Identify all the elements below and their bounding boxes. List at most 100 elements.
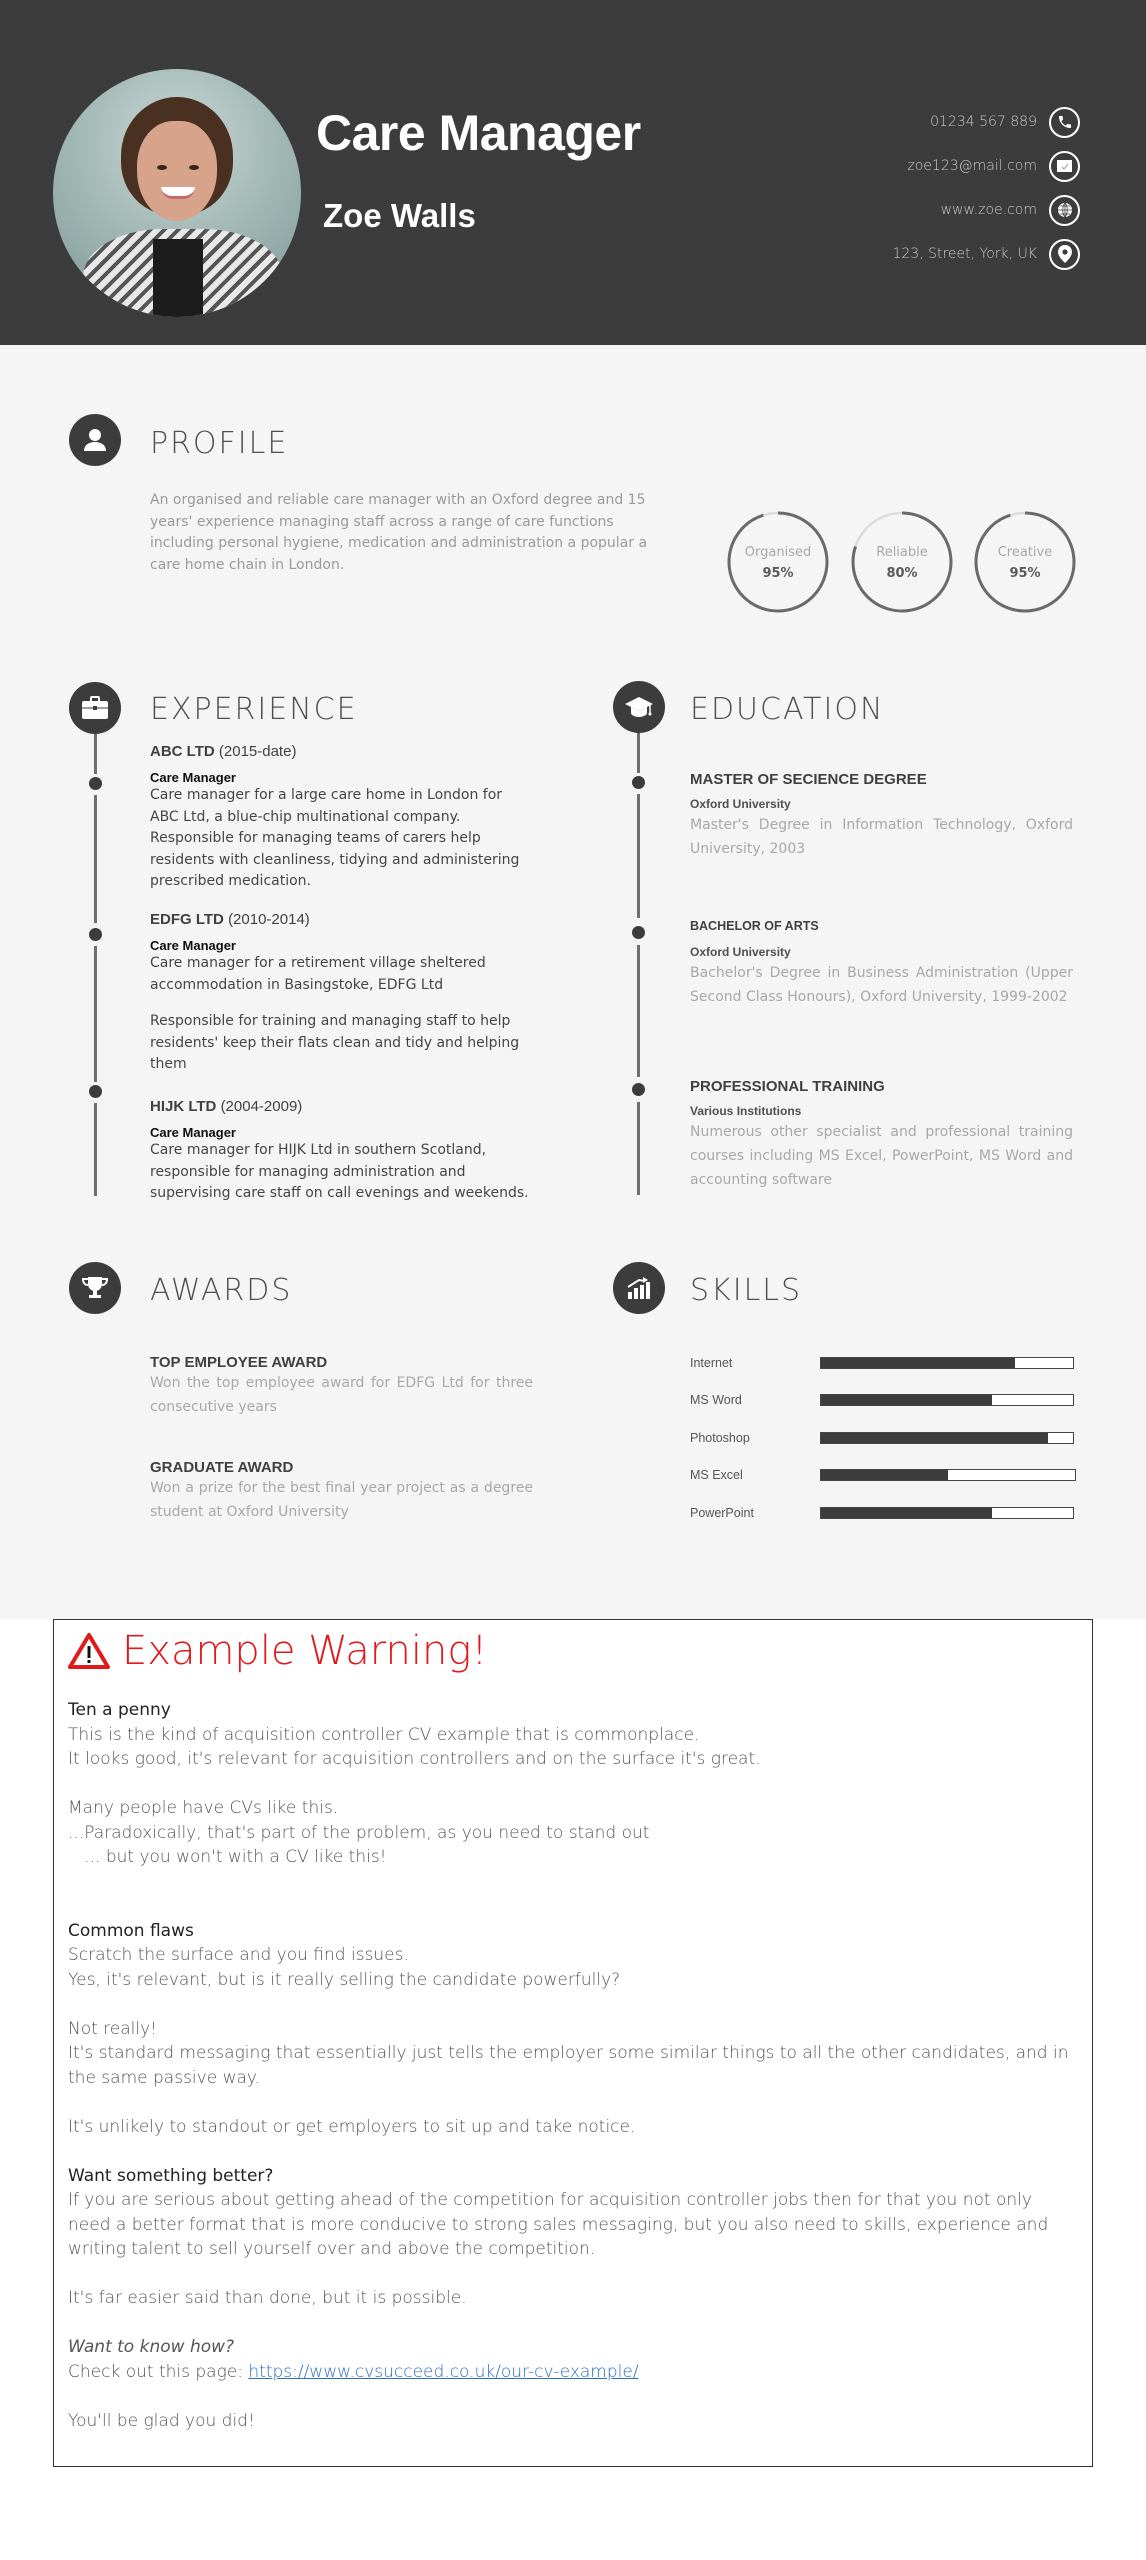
experience-item: HIJK LTD (2004-2009) Care Manager Care m… <box>150 1098 530 1205</box>
skill-label: Internet <box>690 1356 733 1370</box>
trait-value: 95% <box>1009 566 1041 581</box>
trait-label: Organised <box>744 545 812 560</box>
skill-bar <box>820 1394 1074 1406</box>
education-item: PROFESSIONAL TRAINING Various Institutio… <box>690 1078 1073 1192</box>
timeline-dot <box>89 1085 102 1098</box>
photo-face <box>137 121 217 221</box>
trait-value: 80% <box>886 566 918 581</box>
photo-eye <box>189 165 199 170</box>
experience-company: ABC LTD <box>150 743 215 760</box>
trait-ring: Reliable 80% <box>851 511 953 613</box>
skill-bar <box>820 1432 1074 1444</box>
contact-address-text: 123, Street, York, UK <box>892 246 1037 262</box>
person-name: Zoe Walls <box>323 197 476 234</box>
warning-paragraph: If you are serious about getting ahead o… <box>68 2190 1049 2259</box>
education-institution: Oxford University <box>690 797 791 811</box>
trait-label: Reliable <box>876 545 928 560</box>
experience-description: Care manager for a retirement village sh… <box>150 955 486 993</box>
timeline-line <box>637 1102 640 1195</box>
cv-example-link[interactable]: https://www.cvsucceed.co.uk/our-cv-examp… <box>248 2362 638 2382</box>
trait-ring: Creative 95% <box>974 511 1076 613</box>
skill-bar <box>820 1357 1074 1369</box>
warning-line: ...Paradoxically, that's part of the pro… <box>68 1822 650 1843</box>
user-icon <box>69 414 121 466</box>
section-title-experience: EXPERIENCE <box>150 692 358 727</box>
timeline-dot <box>632 776 645 789</box>
warning-line: It's far easier said than done, but it i… <box>68 2288 467 2308</box>
experience-role: Care Manager <box>150 1125 236 1140</box>
graduation-cap-icon <box>613 681 665 733</box>
section-title-skills: SKILLS <box>690 1273 803 1308</box>
timeline-line <box>94 1103 97 1196</box>
contact-phone-text: 01234 567 889 <box>930 114 1037 130</box>
job-title: Care Manager <box>316 105 641 161</box>
timeline-dot <box>632 1083 645 1096</box>
warning-line: Yes, it's relevant, but is it really sel… <box>68 1969 621 1990</box>
skill-row: MS Excel <box>690 1468 1080 1488</box>
warning-line: This is the kind of acquisition controll… <box>68 1724 700 1745</box>
skill-bar-fill <box>821 1433 1048 1443</box>
experience-role: Care Manager <box>150 938 236 953</box>
globe-icon <box>1049 194 1080 226</box>
experience-item: ABC LTD (2015-date) Care Manager Care ma… <box>150 743 530 893</box>
skill-row: PowerPoint <box>690 1506 1080 1526</box>
warning-body: Ten a penny This is the kind of acquisit… <box>68 1698 1078 2433</box>
contact-phone: 01234 567 889 <box>892 100 1080 144</box>
profile-photo <box>53 69 301 317</box>
contact-website: www.zoe.com <box>892 188 1080 232</box>
skill-bar-fill <box>821 1358 1016 1368</box>
cta-line: Check out this page: https://www.cvsucce… <box>68 2360 1078 2385</box>
skill-bar <box>820 1469 1076 1481</box>
award-item: TOP EMPLOYEE AWARD Won the top employee … <box>150 1354 533 1419</box>
timeline-dot <box>89 777 102 790</box>
skill-label: MS Excel <box>690 1468 743 1482</box>
warning-subheading: Common flaws <box>68 1920 194 1941</box>
cta-prefix: Check out this page: <box>68 2361 249 2382</box>
email-icon <box>1049 150 1080 182</box>
contact-list: 01234 567 889 zoe123@mail.com www.zoe.co… <box>892 100 1080 276</box>
award-title: TOP EMPLOYEE AWARD <box>150 1354 328 1371</box>
experience-item: EDFG LTD (2010-2014) Care Manager Care m… <box>150 911 530 1076</box>
timeline-dot <box>89 928 102 941</box>
award-title: GRADUATE AWARD <box>150 1459 294 1476</box>
skill-label: Photoshop <box>690 1431 750 1445</box>
experience-description: Care manager for HIJK Ltd in southern Sc… <box>150 1142 529 1201</box>
skill-bar <box>820 1507 1074 1519</box>
award-description: Won a prize for the best final year proj… <box>150 1480 533 1520</box>
education-institution: Various Institutions <box>690 1104 802 1118</box>
contact-address: 123, Street, York, UK <box>892 232 1080 276</box>
experience-company: EDFG LTD <box>150 911 224 928</box>
timeline-line <box>637 733 640 773</box>
experience-dates: (2004-2009) <box>220 1098 303 1115</box>
section-title-awards: AWARDS <box>150 1273 293 1308</box>
skill-bar-fill <box>821 1395 993 1405</box>
timeline-line <box>94 734 97 774</box>
trait-value: 95% <box>762 566 794 581</box>
warning-subheading: Ten a penny <box>68 1700 171 1720</box>
cta-question: Want to know how? <box>68 2337 235 2357</box>
warning-heading: Example Warning! <box>68 1628 487 1674</box>
timeline-dot <box>632 926 645 939</box>
award-description: Won the top employee award for EDFG Ltd … <box>150 1375 533 1415</box>
experience-company-line: ABC LTD (2015-date) <box>150 743 530 760</box>
section-title-education: EDUCATION <box>690 692 885 727</box>
trait-ring-graphic <box>727 511 829 613</box>
education-degree: PROFESSIONAL TRAINING <box>690 1078 885 1095</box>
contact-email-text: zoe123@mail.com <box>907 158 1037 174</box>
experience-description: Responsible for training and managing st… <box>150 1013 520 1072</box>
skill-row: Photoshop <box>690 1431 1080 1451</box>
education-description: Bachelor's Degree in Business Administra… <box>690 965 1073 1005</box>
trait-ring-graphic <box>851 511 953 613</box>
profile-summary: An organised and reliable care manager w… <box>150 492 648 573</box>
education-institution: Oxford University <box>690 945 791 959</box>
section-title-profile: PROFILE <box>150 426 289 461</box>
warning-line: It's unlikely to standout or get employe… <box>68 2116 636 2137</box>
education-item: BACHELOR OF ARTS Oxford University Bache… <box>690 919 1073 1009</box>
education-description: Master's Degree in Information Technolog… <box>690 817 1073 857</box>
experience-company-line: HIJK LTD (2004-2009) <box>150 1098 530 1115</box>
warning-line: Many people have CVs like this. <box>68 1798 339 1818</box>
warning-line: Scratch the surface and you find issues. <box>68 1945 409 1965</box>
timeline-line <box>637 945 640 1077</box>
experience-dates: (2010-2014) <box>228 911 310 928</box>
contact-email: zoe123@mail.com <box>892 144 1080 188</box>
